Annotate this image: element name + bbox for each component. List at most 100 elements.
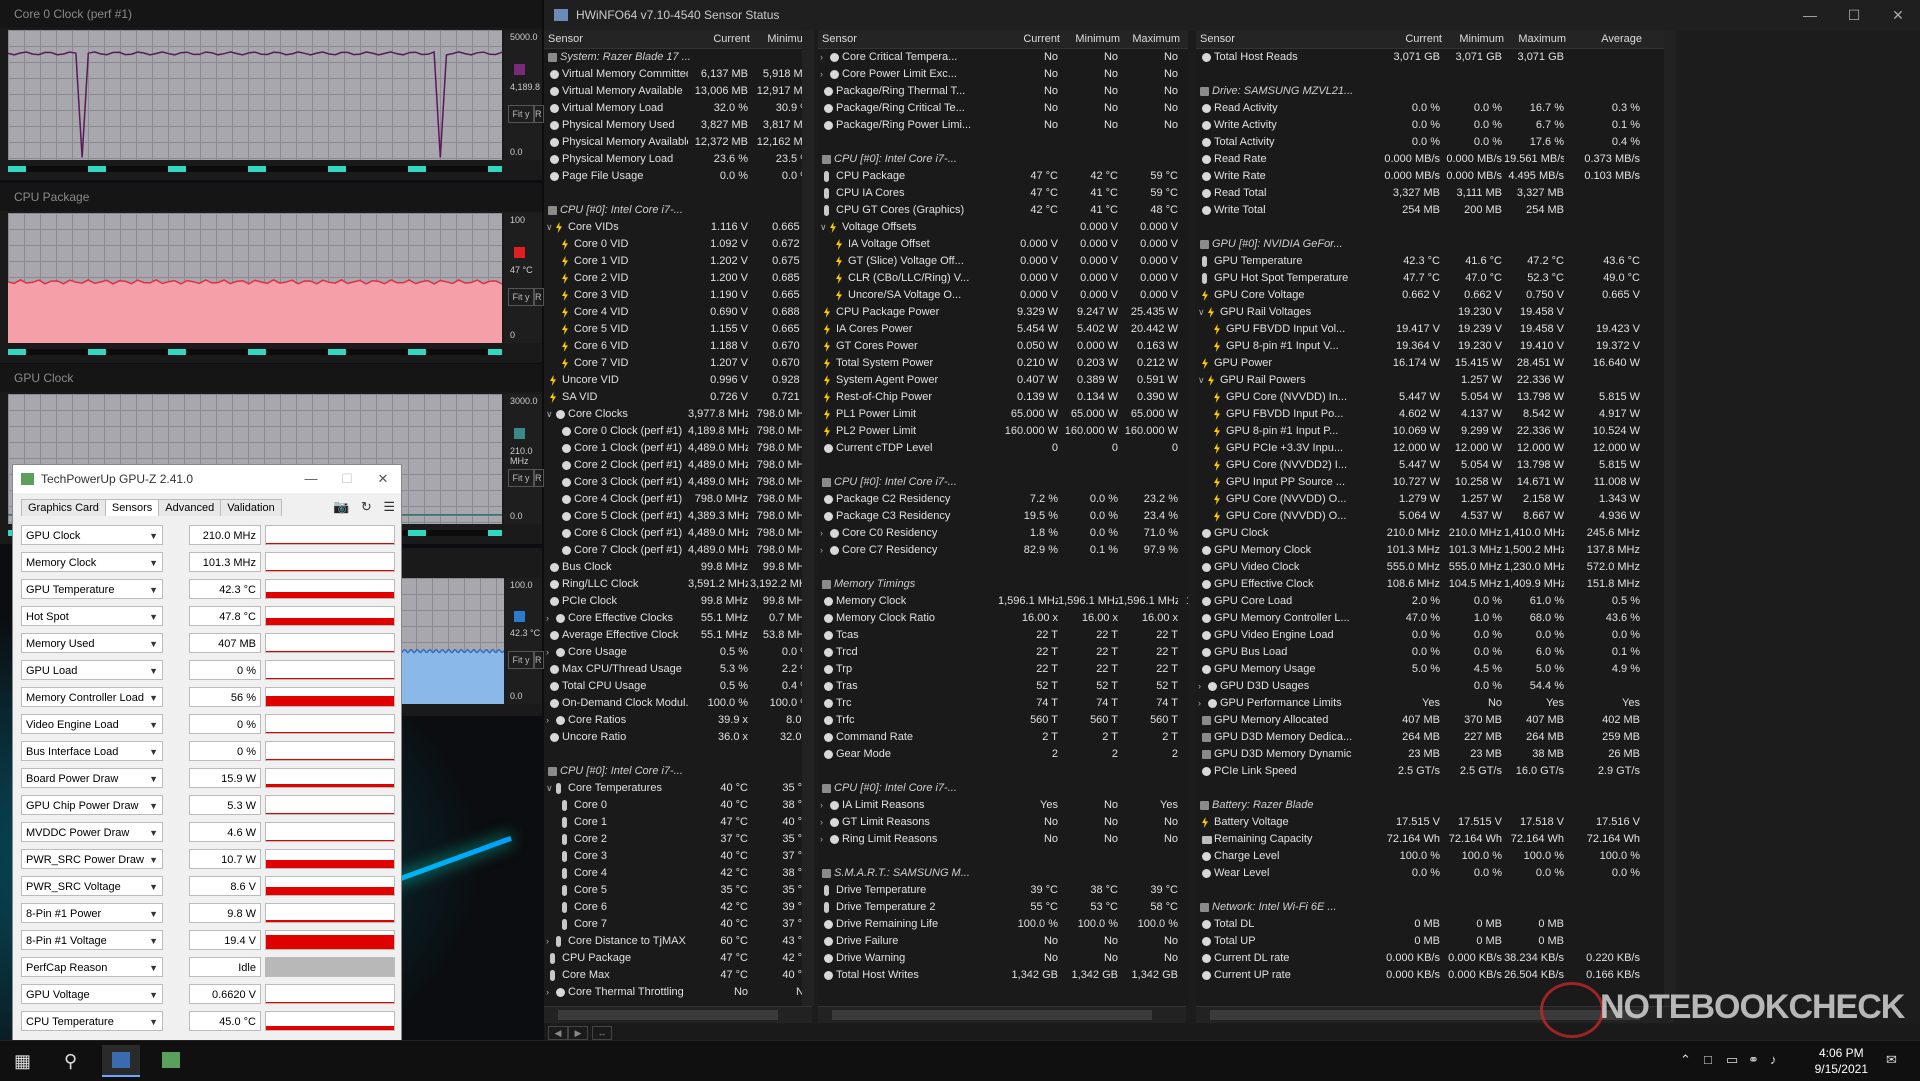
sensor-row[interactable]: ›Core Usage0.5 %0.0 %87.5 %1.0 %	[544, 644, 814, 661]
sensor-row[interactable]: Core 1 Clock (perf #1) 4,489.0 MHz 798.0 M…	[544, 440, 814, 457]
sensor-select[interactable]: 8-Pin #1 Voltage ▼	[21, 930, 163, 950]
sensor-row[interactable]: Read Activity 0.0 % 0.0 % 16.7 % 0.3 %	[1196, 100, 1676, 117]
sensor-select[interactable]: Board Power Draw ▼	[21, 768, 163, 788]
sensor-select[interactable]: Bus Interface Load ▼	[21, 741, 163, 761]
chevron-down-icon[interactable]: ∨	[546, 780, 553, 797]
chevron-down-icon[interactable]: ∨	[820, 219, 827, 236]
reset-button[interactable]: R	[534, 288, 544, 307]
sensor-row[interactable]: Remaining Capacity 72.164 Wh 72.164 Wh 72.1…	[1196, 831, 1676, 848]
sensor-row[interactable]: ∨ GPU Rail Powers 1.257 W 22.336 W	[1196, 372, 1676, 389]
minimize-icon[interactable]: —	[1788, 0, 1832, 30]
graph-plot[interactable]	[400, 578, 504, 704]
sensor-select[interactable]: MVDDC Power Draw ▼	[21, 822, 163, 842]
sensor-row[interactable]: GPU FBVDD Input Po... 4.602 W 4.137 W 8.542…	[1196, 406, 1676, 423]
sensor-row[interactable]: Core 7 VID1.207 V0.670 V1.257 V1.206 V	[544, 355, 814, 372]
tab-advanced[interactable]: Advanced	[158, 499, 222, 516]
sensor-row[interactable]: GPU 8-pin #1 Input P... 10.069 W 9.299 W 22…	[1196, 423, 1676, 440]
sensor-row[interactable]: Bus Clock99.8 MHz99.8 MHz99.8 MHz99.8 MH…	[544, 559, 814, 576]
column-header-maximum[interactable]: Maximum	[1120, 30, 1180, 48]
sensor-column[interactable]: Sensor Current Minimum Maximum Average Total …	[1196, 30, 1676, 1006]
sensor-row[interactable]: GPU 8-pin #1 Input V... 19.364 V 19.230 V 1…	[1196, 338, 1676, 355]
sensor-row[interactable]: Uncore VID0.996 V0.928 V1.038 V1.029 V	[544, 372, 814, 389]
sensor-row[interactable]: ∨Core Clocks3,977.8 MHz798.0 MHz4,588.8 …	[544, 406, 814, 423]
horizontal-scrollbar[interactable]	[544, 1006, 812, 1023]
chevron-right-icon[interactable]: ›	[820, 797, 823, 814]
sensor-row[interactable]: CPU Package47 °C42 °C57 °C45 °C	[544, 950, 814, 967]
sensor-select[interactable]: GPU Temperature ▼	[21, 579, 163, 599]
chevron-right-icon[interactable]: ›	[546, 984, 549, 1001]
sensor-row[interactable]: GT (Slice) Voltage Off... 0.000 V 0.000 V 0…	[818, 253, 1188, 270]
sensor-group-header[interactable]: Battery: Razer Blade	[1196, 797, 1676, 814]
sensor-row[interactable]: Physical Memory Available 12,372 MB 12,162…	[544, 134, 814, 151]
sensor-select[interactable]: Memory Controller Load ▼	[21, 687, 163, 707]
sensor-select[interactable]: PerfCap Reason ▼	[21, 957, 163, 977]
sensor-row[interactable]: Core 6 VID1.188 V0.670 V1.242 V1.174 V	[544, 338, 814, 355]
chevron-right-icon[interactable]: ›	[546, 644, 549, 661]
fit-y-button[interactable]: Fit y	[508, 288, 534, 307]
hwinfo-titlebar[interactable]: HWiNFO64 v7.10-4540 Sensor Status — ☐ ✕	[544, 0, 1920, 30]
chevron-right-icon[interactable]: ›	[546, 933, 549, 950]
sensor-group-header[interactable]: Drive: SAMSUNG MZVL21...	[1196, 83, 1676, 100]
sensor-row[interactable]: Core 6 Clock (perf #1) 4,489.0 MHz 798.0 M…	[544, 525, 814, 542]
sensor-select[interactable]: PWR_SRC Voltage ▼	[21, 876, 163, 896]
sensor-row[interactable]: GPU Temperature 42.3 °C 41.6 °C 47.2 °C 43.6…	[1196, 253, 1676, 270]
maximize-icon[interactable]: ☐	[1832, 0, 1876, 30]
sensor-row[interactable]: GPU Video Clock 555.0 MHz 555.0 MHz 1,230.0…	[1196, 559, 1676, 576]
sensor-row[interactable]: Core 4 Clock (perf #1) 798.0 MHz 798.0 MHz…	[544, 491, 814, 508]
sensor-row[interactable]: PL1 Power Limit 65.000 W 65.000 W 65.000 W 6…	[818, 406, 1188, 423]
sensor-row[interactable]: ∨ GPU Rail Voltages 19.230 V 19.458 V	[1196, 304, 1676, 321]
sensor-row[interactable]: Core 0 VID1.092 V0.672 V1.225 V1.129 V	[544, 236, 814, 253]
sensor-row[interactable]: › GPU D3D Usages 0.0 % 54.4 %	[1196, 678, 1676, 695]
sensor-row[interactable]: Core 2 VID1.200 V0.685 V1.242 V1.167 V	[544, 270, 814, 287]
sensor-row[interactable]: Max CPU/Thread Usage5.3 %2.2 %87.5 %6.1 …	[544, 661, 814, 678]
sensor-row[interactable]: Core 535 °C35 °C50 °C39 °C	[544, 882, 814, 899]
sensor-select[interactable]: Hot Spot ▼	[21, 606, 163, 626]
sensor-row[interactable]: ›Core Ratios39.9 x8.0 x46.0 x43.3 x	[544, 712, 814, 729]
sensor-select[interactable]: GPU Load ▼	[21, 660, 163, 680]
sensor-row[interactable]: Core 2 Clock (perf #1) 4,489.0 MHz 798.0 M…	[544, 457, 814, 474]
sensor-row[interactable]: CLR (CBo/LLC/Ring) V... 0.000 V 0.000 V 0.0…	[818, 270, 1188, 287]
column-header-maximum[interactable]: Maximum	[1506, 30, 1566, 48]
sensor-row[interactable]: Command Rate 2 T 2 T 2 T	[818, 729, 1188, 746]
sensor-row[interactable]: PCIe Link Speed 2.5 GT/s 2.5 GT/s 16.0 GT/s…	[1196, 763, 1676, 780]
sensor-row[interactable]: Core 642 °C39 °C48 °C42 °C	[544, 899, 814, 916]
sensor-row[interactable]: GPU Memory Allocated 407 MB 370 MB 407 MB 40…	[1196, 712, 1676, 729]
sensor-row[interactable]: ∨Core Temperatures40 °C35 °C57 °C41 °C	[544, 780, 814, 797]
battery-icon[interactable]: ▭	[1726, 1052, 1738, 1068]
sensor-row[interactable]: › Core Power Limit Exc... No No No	[818, 66, 1188, 83]
sensor-row[interactable]: PL2 Power Limit 160.000 W 160.000 W 160.000…	[818, 423, 1188, 440]
device-icon[interactable]: □	[1704, 1052, 1712, 1067]
sensor-row[interactable]: Write Activity 0.0 % 0.0 % 6.7 % 0.1 %	[1196, 117, 1676, 134]
sensor-row[interactable]: Tcas 22 T 22 T 22 T	[818, 627, 1188, 644]
sensor-row[interactable]: GPU Clock 210.0 MHz 210.0 MHz 1,410.0 MHz 24…	[1196, 525, 1676, 542]
sensor-row[interactable]: Core 237 °C35 °C45 °C39 °C	[544, 831, 814, 848]
chevron-down-icon[interactable]: ∨	[1198, 304, 1205, 321]
sensor-group-header[interactable]: System: Razer Blade 17 ...	[544, 49, 814, 66]
fit-y-button[interactable]: Fit y	[508, 651, 534, 670]
close-icon[interactable]: ✕	[365, 465, 401, 493]
sensor-row[interactable]: GPU Memory Controller L... 47.0 % 1.0 % 68.…	[1196, 610, 1676, 627]
chevron-down-icon[interactable]: ∨	[1198, 372, 1205, 389]
sensor-row[interactable]: Charge Level 100.0 % 100.0 % 100.0 % 100.0 %	[1196, 848, 1676, 865]
sensor-row[interactable]: GPU PCIe +3.3V Inpu... 12.000 W 12.000 W 12…	[1196, 440, 1676, 457]
sensor-row[interactable]: GPU D3D Memory Dynamic 23 MB 23 MB 38 MB 26 …	[1196, 746, 1676, 763]
expand-icon[interactable]: ↔	[592, 1026, 612, 1040]
sensor-row[interactable]: Core 147 °C40 °C57 °C43 °C	[544, 814, 814, 831]
sensor-row[interactable]: Total Host Writes 1,342 GB 1,342 GB 1,342 G…	[818, 967, 1188, 984]
sensor-select[interactable]: 8-Pin #1 Power ▼	[21, 903, 163, 923]
sensor-select[interactable]: GPU Chip Power Draw ▼	[21, 795, 163, 815]
sensor-row[interactable]: GPU Core (NVVDD2) I... 5.447 W 5.054 W 13.7…	[1196, 457, 1676, 474]
windows-start-icon[interactable]: ▦	[14, 1051, 31, 1072]
column-header-minimum[interactable]: Minimum	[1060, 30, 1120, 48]
sensor-row[interactable]: Trfc 560 T 560 T 560 T	[818, 712, 1188, 729]
sensor-column[interactable]: SensorCurrentMinimumMaximumAverageSystem…	[544, 30, 814, 1006]
sensor-group-header[interactable]: S.M.A.R.T.: SAMSUNG M...	[818, 865, 1188, 882]
chevron-right-icon[interactable]: ›	[820, 814, 823, 831]
sensor-row[interactable]: Package/Ring Power Limi... No No No	[818, 117, 1188, 134]
sensor-select[interactable]: Memory Clock ▼	[21, 552, 163, 572]
sensor-row[interactable]: Current DL rate 0.000 KB/s 0.000 KB/s 38.23…	[1196, 950, 1676, 967]
sensor-row[interactable]: System Agent Power 0.407 W 0.389 W 0.591 W 0…	[818, 372, 1188, 389]
camera-icon[interactable]: 📷	[333, 499, 349, 514]
sensor-row[interactable]: Total DL 0 MB 0 MB 0 MB	[1196, 916, 1676, 933]
sensor-row[interactable]: Core 0 Clock (perf #1) 4,189.8 MHz 798.0 M…	[544, 423, 814, 440]
